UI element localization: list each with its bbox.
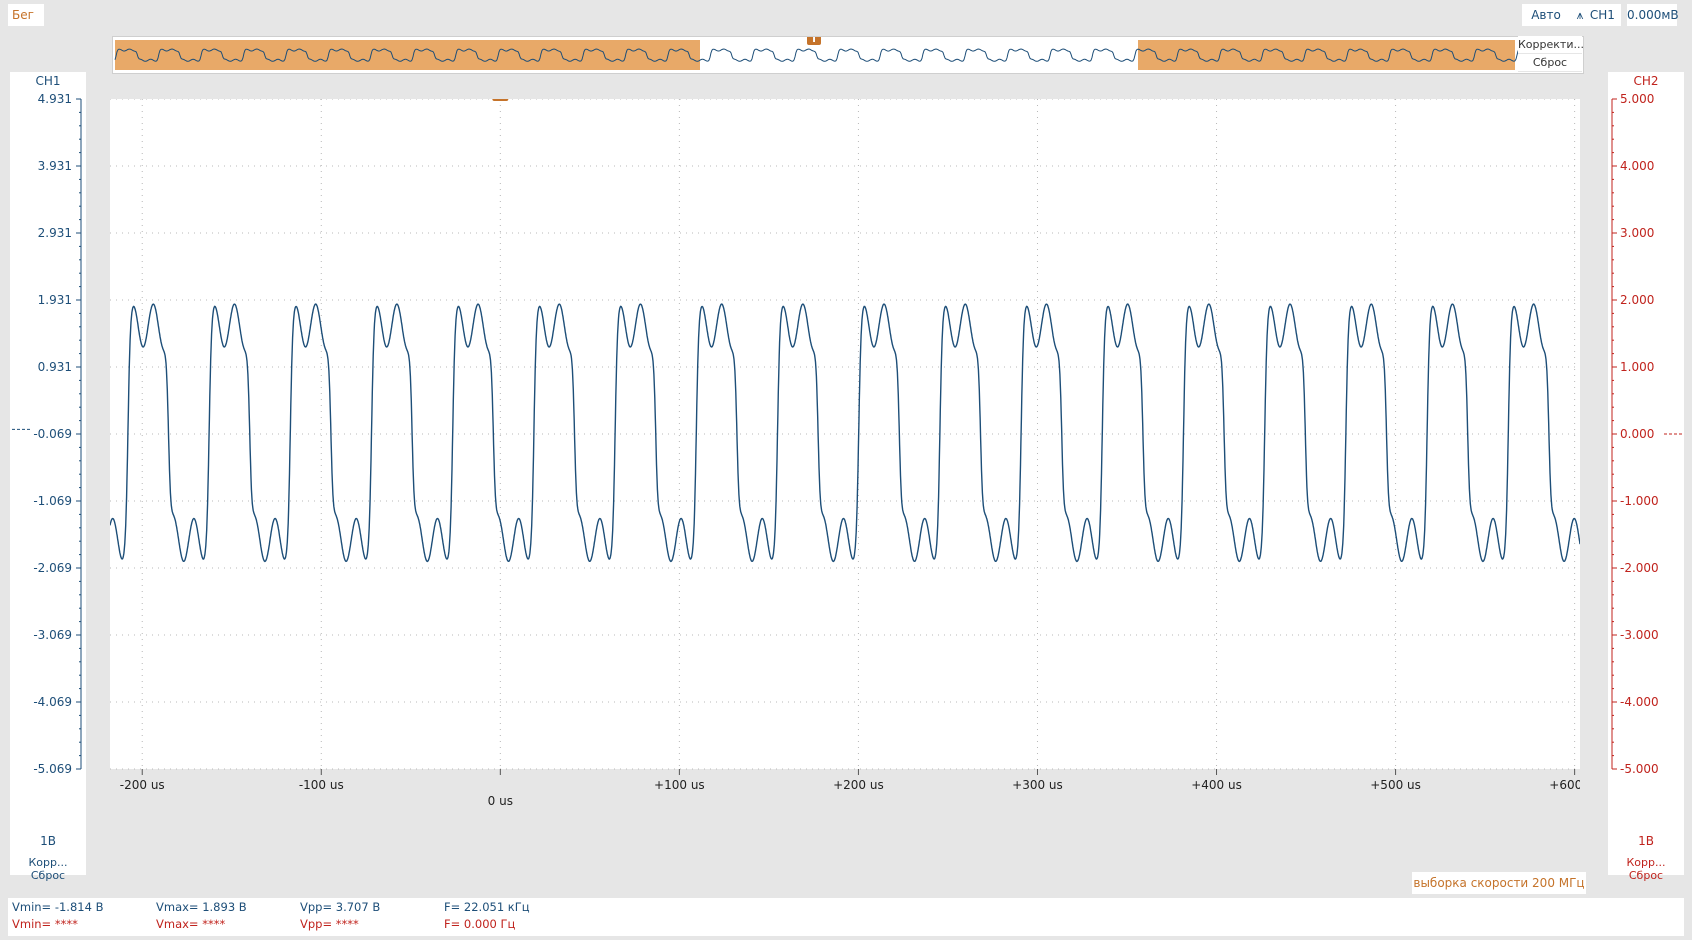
ch2-tick-label: -3.000: [1620, 628, 1659, 642]
ch2-tick-label: -4.000: [1620, 695, 1659, 709]
ch1-axis-panel: CH1 1В Корр... Сброс 4.931 3.931 2.931 1.93…: [10, 72, 86, 882]
ch2-tick-label: 1.000: [1620, 360, 1654, 374]
time-tick-label: -200 us: [120, 778, 165, 792]
ch1-tick-label: 1.931: [38, 293, 72, 307]
overview-reset-button[interactable]: Сброс: [1518, 54, 1582, 72]
ch1-vmin: Vmin= -1.814 В: [12, 900, 104, 914]
ch2-vmax: Vmax= ****: [156, 917, 226, 931]
ch2-axis: 5.000 4.000 3.000 2.000 1.000 0.000 -1.000 -2.0…: [1611, 92, 1682, 776]
ch1-tick-label: 4.931: [38, 92, 72, 106]
sample-rate-label: выборка скорости 200 МГц: [1412, 872, 1586, 894]
overview-trigger-marker[interactable]: T: [807, 31, 821, 45]
ch2-tick-label: 2.000: [1620, 293, 1654, 307]
trigger-position-marker[interactable]: T: [492, 87, 509, 101]
waveform-overview[interactable]: T: [112, 31, 1584, 74]
ch1-tick-label: -3.069: [33, 628, 72, 642]
time-axis: -200 us -100 us 0 us +100 us +200 us +300 us +…: [120, 769, 1600, 808]
overview-waveform: T: [114, 31, 1520, 70]
trigger-level-button[interactable]: 0.000мВ: [1627, 4, 1679, 26]
ch2-vmin: Vmin= ****: [12, 917, 78, 931]
ch1-tick-label: 2.931: [38, 226, 72, 240]
time-tick-label: -100 us: [299, 778, 344, 792]
ch2-tick-label: 5.000: [1620, 92, 1654, 106]
ch2-tick-label: -5.000: [1620, 762, 1659, 776]
ch2-tick-label: 3.000: [1620, 226, 1654, 240]
trigger-marker-icon: T: [497, 99, 505, 101]
time-tick-label: +100 us: [654, 778, 705, 792]
trigger-mode-button[interactable]: Авто: [1522, 4, 1570, 26]
overview-highlight-right: [1138, 40, 1515, 70]
time-tick-label: +600 us: [1549, 778, 1580, 792]
ch1-tick-label: -0.069: [33, 427, 72, 441]
ch1-axis: 4.931 3.931 2.931 1.931 0.931 -0.069 -1.069 -2.…: [12, 92, 82, 776]
ch1-vmax: Vmax= 1.893 В: [156, 900, 247, 914]
time-tick-label: +300 us: [1012, 778, 1063, 792]
time-tick-label: +200 us: [833, 778, 884, 792]
ch2-axis-panel: CH2 1В Корр... Сброс 5.000 4.000 3.000 2.00…: [1608, 72, 1684, 882]
measurements-panel: Vmin= -1.814 В Vmax= 1.893 В Vpp= 3.707 …: [8, 898, 1684, 936]
ch2-vpp: Vpp= ****: [300, 917, 359, 931]
ch1-tick-label: -1.069: [33, 494, 72, 508]
time-tick-label: +400 us: [1191, 778, 1242, 792]
scope-plot: T -200 us -100 us 0 us +100 us +200 us +300 us…: [88, 87, 1600, 808]
overview-correct-button[interactable]: Корректи...: [1518, 36, 1584, 54]
ch2-tick-label: 0.000: [1620, 427, 1654, 441]
overview-trigger-icon: T: [811, 37, 818, 45]
overview-menu: Корректи... Сброс: [1518, 36, 1584, 72]
ch2-freq: F= 0.000 Гц: [444, 917, 516, 931]
time-tick-label: 0 us: [488, 794, 513, 808]
ch2-tick-label: -2.000: [1620, 561, 1659, 575]
ch1-tick-label: -5.069: [33, 762, 72, 776]
ch1-tick-label: -4.069: [33, 695, 72, 709]
ch1-freq: F= 22.051 кГц: [444, 900, 530, 914]
trigger-source-label: CH1: [1589, 8, 1615, 22]
ch2-measurements: Vmin= **** Vmax= **** Vpp= **** F= 0.000…: [8, 917, 1684, 934]
ch2-tick-label: -1.000: [1620, 494, 1659, 508]
ch1-measurements: Vmin= -1.814 В Vmax= 1.893 В Vpp= 3.707 …: [8, 900, 1684, 917]
scope-display[interactable]: T -200 us -100 us 0 us +100 us +200 us +300 us…: [88, 87, 1600, 829]
ch2-tick-label: 4.000: [1620, 159, 1654, 173]
ch1-tick-label: 0.931: [38, 360, 72, 374]
ch1-tick-label: -2.069: [33, 561, 72, 575]
time-tick-label: +500 us: [1370, 778, 1421, 792]
rising-edge-icon: ⩚: [1576, 8, 1584, 22]
overview-highlight-left: [115, 40, 700, 70]
ch1-tick-label: 3.931: [38, 159, 72, 173]
ch1-vpp: Vpp= 3.707 В: [300, 900, 381, 914]
trigger-source-button[interactable]: ⩚ CH1: [1568, 4, 1621, 26]
run-status[interactable]: Бег: [8, 4, 44, 26]
